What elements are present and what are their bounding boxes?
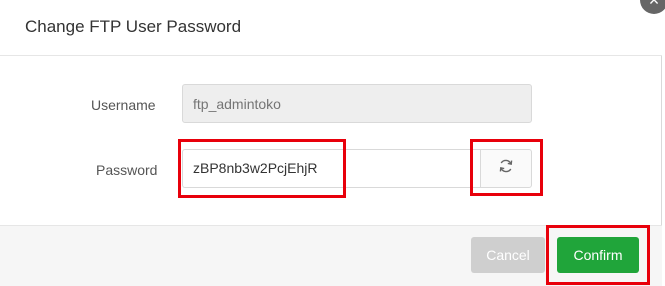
- refresh-icon: [498, 158, 514, 179]
- change-ftp-password-dialog: Change FTP User Password Username Passwo…: [0, 0, 662, 286]
- username-label: Username: [91, 97, 156, 113]
- generate-password-button[interactable]: [480, 149, 532, 188]
- cancel-button[interactable]: Cancel: [471, 237, 545, 273]
- password-label: Password: [96, 162, 158, 178]
- dialog-title: Change FTP User Password: [25, 17, 242, 36]
- password-field[interactable]: zBP8nb3w2PcjEhjR: [182, 149, 480, 188]
- username-field[interactable]: [182, 84, 532, 123]
- dialog-header: Change FTP User Password: [0, 0, 662, 56]
- confirm-button[interactable]: Confirm: [557, 237, 639, 273]
